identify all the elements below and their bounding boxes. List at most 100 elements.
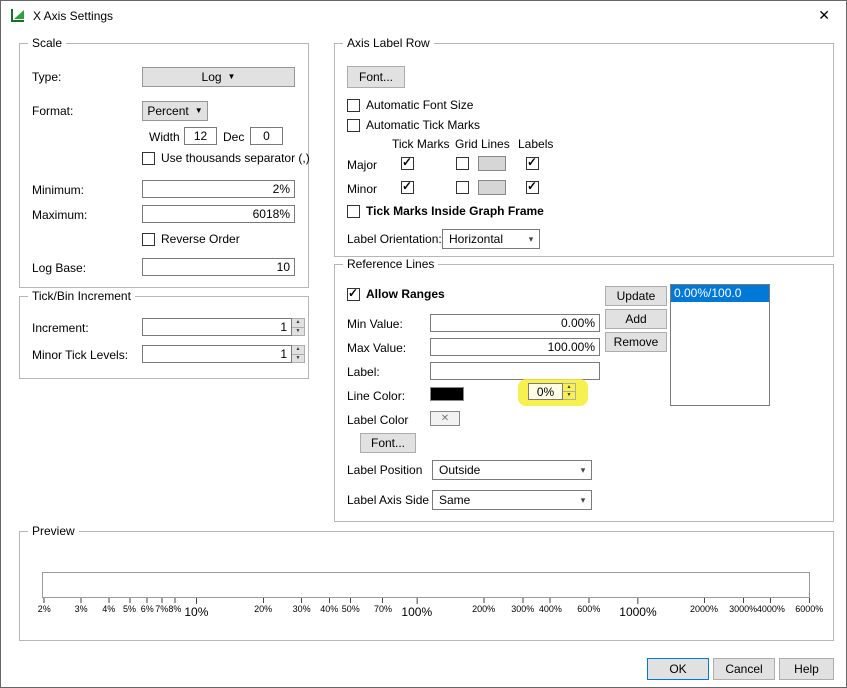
minor-tick-marks-checkbox[interactable]: ✓ — [401, 181, 414, 194]
dec-label: Dec — [223, 130, 244, 144]
checkbox-box: ✓ — [347, 99, 360, 112]
checkbox-label: Automatic Font Size — [366, 98, 473, 112]
spin-down-icon[interactable]: ▼ — [292, 327, 304, 336]
format-dropdown-value: Percent — [147, 104, 188, 118]
preview-tick: 10% — [184, 598, 208, 619]
tick-marks-column-header: Tick Marks — [392, 137, 450, 151]
line-width-spinner: 0% ▲ ▼ — [528, 383, 576, 400]
grid-lines-column-header: Grid Lines — [455, 137, 510, 151]
checkbox-box: ✓ — [401, 157, 414, 170]
preview-tick: 20% — [254, 598, 272, 614]
reference-lines-list[interactable]: 0.00%/100.0 — [670, 284, 770, 406]
max-value-input[interactable]: 100.00% — [430, 338, 600, 356]
minor-grid-color-swatch[interactable] — [478, 180, 506, 195]
help-button[interactable]: Help — [779, 658, 834, 680]
label-position-value: Outside — [433, 463, 575, 477]
preview-tick: 400% — [539, 598, 562, 614]
minimum-input[interactable]: 2% — [142, 180, 295, 198]
axis-label-row-group-title: Axis Label Row — [343, 36, 434, 50]
preview-tick: 3000% — [729, 598, 757, 614]
major-tick-marks-checkbox[interactable]: ✓ — [401, 157, 414, 170]
label-orientation-select[interactable]: Horizontal ▾ — [442, 229, 540, 249]
titlebar[interactable]: X Axis Settings ✕ — [1, 1, 846, 31]
preview-axis-frame — [42, 572, 810, 598]
spin-down-icon[interactable]: ▼ — [292, 354, 304, 363]
automatic-font-size-checkbox[interactable]: ✓ Automatic Font Size — [347, 98, 473, 112]
remove-button[interactable]: Remove — [605, 332, 667, 352]
line-color-swatch[interactable] — [430, 387, 464, 401]
preview-group: Preview 2%3%4%5%6%7%8%10%20%30%40%50%70%… — [19, 531, 834, 641]
spin-up-icon[interactable]: ▲ — [292, 346, 304, 354]
maximum-input[interactable]: 6018% — [142, 205, 295, 223]
spin-up-icon[interactable]: ▲ — [292, 319, 304, 327]
check-icon: ✓ — [348, 286, 358, 300]
checkbox-box: ✓ — [347, 119, 360, 132]
minor-tick-levels-label: Minor Tick Levels: — [32, 348, 128, 362]
major-grid-color-swatch[interactable] — [478, 156, 506, 171]
label-position-select[interactable]: Outside ▾ — [432, 460, 592, 480]
label-axis-side-label: Label Axis Side — [347, 493, 429, 507]
increment-input[interactable]: 1 — [142, 318, 292, 336]
spin-up-icon[interactable]: ▲ — [563, 384, 575, 391]
major-labels-checkbox[interactable]: ✓ — [526, 157, 539, 170]
label-color-swatch[interactable]: ✕ — [430, 411, 460, 426]
tick-bin-group: Tick/Bin Increment Increment: 1 ▲ ▼ Mino… — [19, 296, 309, 379]
checkbox-box: ✓ — [142, 233, 155, 246]
preview-tick: 30% — [293, 598, 311, 614]
log-base-input[interactable]: 10 — [142, 258, 295, 276]
tick-bin-group-title: Tick/Bin Increment — [28, 289, 135, 303]
dec-input[interactable]: 0 — [250, 127, 283, 145]
ref-label-input[interactable] — [430, 362, 600, 380]
label-axis-side-value: Same — [433, 493, 575, 507]
major-row-label: Major — [347, 158, 377, 172]
label-axis-side-select[interactable]: Same ▾ — [432, 490, 592, 510]
add-button[interactable]: Add — [605, 309, 667, 329]
ok-button[interactable]: OK — [647, 658, 709, 680]
preview-tick: 8% — [168, 598, 181, 614]
checkbox-box: ✓ — [456, 157, 469, 170]
preview-group-title: Preview — [28, 524, 79, 538]
tick-marks-inside-checkbox[interactable]: ✓ Tick Marks Inside Graph Frame — [347, 204, 544, 218]
width-input[interactable]: 12 — [184, 127, 217, 145]
axis-font-button[interactable]: Font... — [347, 66, 405, 88]
type-dropdown-value: Log — [202, 70, 222, 84]
type-label: Type: — [32, 70, 61, 84]
automatic-tick-marks-checkbox[interactable]: ✓ Automatic Tick Marks — [347, 118, 480, 132]
minor-tick-levels-spinner: 1 ▲ ▼ — [142, 345, 305, 363]
check-icon: ✓ — [527, 155, 537, 169]
dialog-title: X Axis Settings — [33, 9, 113, 23]
preview-axis-ticks: 2%3%4%5%6%7%8%10%20%30%40%50%70%100%200%… — [42, 598, 810, 628]
line-width-input[interactable]: 0% — [528, 383, 563, 400]
spin-down-icon[interactable]: ▼ — [563, 391, 575, 399]
x-axis-settings-dialog: X Axis Settings ✕ Scale Type: Log ▼ Form… — [0, 0, 847, 688]
check-icon: ✓ — [527, 179, 537, 193]
format-dropdown[interactable]: Percent ▼ — [142, 101, 208, 121]
reverse-order-checkbox[interactable]: ✓ Reverse Order — [142, 232, 240, 246]
scale-group-title: Scale — [28, 36, 66, 50]
width-label: Width — [149, 130, 180, 144]
type-dropdown[interactable]: Log ▼ — [142, 67, 295, 87]
cancel-button[interactable]: Cancel — [713, 658, 775, 680]
reference-lines-group: Reference Lines ✓ Allow Ranges Min Value… — [334, 264, 834, 522]
checkbox-label: Reverse Order — [161, 232, 240, 246]
ref-label-label: Label: — [347, 365, 380, 379]
minor-labels-checkbox[interactable]: ✓ — [526, 181, 539, 194]
preview-tick: 50% — [342, 598, 360, 614]
use-thousands-checkbox[interactable]: ✓ Use thousands separator (,) — [142, 151, 310, 165]
minor-grid-lines-checkbox[interactable]: ✓ — [456, 181, 469, 194]
preview-tick: 300% — [511, 598, 534, 614]
minor-tick-levels-input[interactable]: 1 — [142, 345, 292, 363]
label-position-label: Label Position — [347, 463, 422, 477]
reference-line-list-item[interactable]: 0.00%/100.0 — [671, 285, 769, 302]
spinner-buttons: ▲ ▼ — [292, 345, 305, 363]
major-grid-lines-checkbox[interactable]: ✓ — [456, 157, 469, 170]
checkbox-box: ✓ — [526, 181, 539, 194]
reference-font-button[interactable]: Font... — [360, 433, 416, 453]
label-orientation-value: Horizontal — [443, 232, 523, 246]
chevron-down-icon: ▾ — [575, 495, 591, 506]
allow-ranges-checkbox[interactable]: ✓ Allow Ranges — [347, 287, 445, 301]
close-icon[interactable]: ✕ — [818, 8, 830, 22]
reference-lines-group-title: Reference Lines — [343, 257, 438, 271]
min-value-input[interactable]: 0.00% — [430, 314, 600, 332]
update-button[interactable]: Update — [605, 286, 667, 306]
